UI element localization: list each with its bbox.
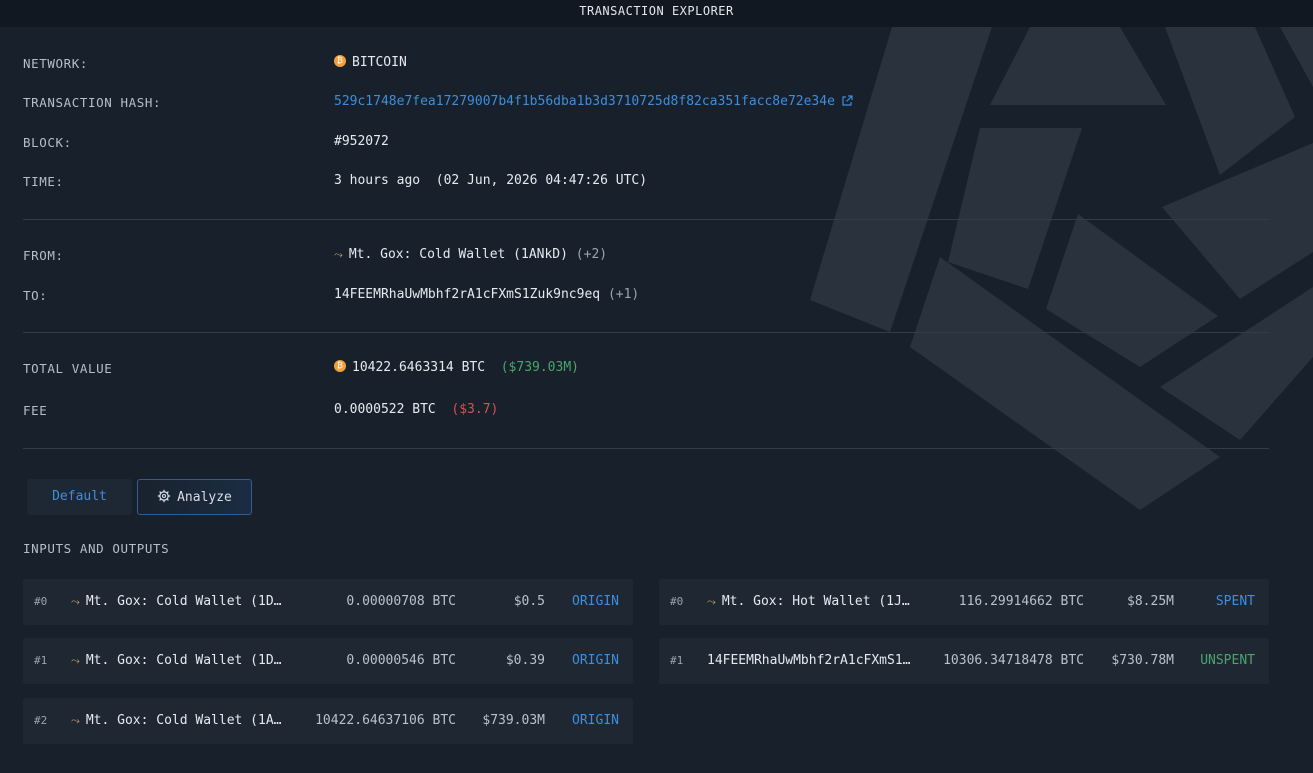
gear-icon (157, 489, 171, 503)
row-index: #1 (670, 654, 684, 667)
fee-usd: ($3.7) (451, 402, 499, 417)
io-section-title: INPUTS AND OUTPUTS (23, 541, 170, 556)
row-address[interactable]: ⤳ Mt. Gox: Hot Wallet (1J… (707, 579, 910, 625)
row-address[interactable]: ⤳ Mt. Gox: Cold Wallet (1A… (71, 698, 281, 744)
input-row[interactable]: #0 ⤳ Mt. Gox: Cold Wallet (1D… 0.00000708… (23, 579, 633, 625)
output-row[interactable]: #1 14FEEMRhaUwMbhf2rA1cFXmS1… 10306.3471… (659, 638, 1269, 684)
wallet-tag-icon: ⤳ (707, 595, 716, 608)
time-relative: 3 hours ago (334, 173, 421, 188)
total-btc: 10422.6463314 BTC (352, 360, 486, 375)
row-index: #0 (34, 595, 48, 608)
to-address-link[interactable]: 14FEEMRhaUwMbhf2rA1cFXmS1Zuk9nc9eq (334, 287, 600, 302)
time-value: 3 hours ago (02 Jun, 2026 04:47:26 UTC) (334, 173, 647, 188)
external-link-icon[interactable] (841, 95, 853, 107)
row-status[interactable]: ORIGIN (572, 638, 619, 684)
hash-label: TRANSACTION HASH: (23, 95, 162, 110)
address-text: Mt. Gox: Cold Wallet (1D… (85, 653, 282, 668)
block-label: BLOCK: (23, 135, 72, 150)
input-row[interactable]: #2 ⤳ Mt. Gox: Cold Wallet (1A… 10422.6463… (23, 698, 633, 744)
row-amount: 10306.34718478 BTC (943, 653, 1084, 668)
fee-btc: 0.0000522 BTC (334, 402, 436, 417)
block-value: #952072 (334, 134, 389, 149)
row-usd: $8.25M (1127, 594, 1174, 609)
total-value: 10422.6463314 BTC ($739.03M) (334, 360, 579, 375)
from-value: ⤳ Mt. Gox: Cold Wallet (1ANkD) (+2) (334, 247, 607, 262)
from-label: FROM: (23, 248, 64, 263)
row-index: #1 (34, 654, 48, 667)
row-amount: 0.00000546 BTC (346, 653, 456, 668)
divider (23, 448, 1269, 449)
row-amount: 116.29914662 BTC (958, 594, 1084, 609)
row-address[interactable]: ⤳ Mt. Gox: Cold Wallet (1D… (71, 579, 281, 625)
network-value: BITCOIN (334, 55, 407, 70)
tab-analyze-label: Analyze (177, 490, 232, 505)
total-usd: ($739.03M) (500, 360, 579, 375)
to-label: TO: (23, 288, 48, 303)
row-amount: 0.00000708 BTC (346, 594, 456, 609)
row-index: #0 (670, 595, 684, 608)
row-address[interactable]: ⤳ Mt. Gox: Cold Wallet (1D… (71, 638, 281, 684)
row-status[interactable]: SPENT (1216, 579, 1255, 625)
time-absolute: (02 Jun, 2026 04:47:26 UTC) (435, 173, 648, 188)
row-address[interactable]: 14FEEMRhaUwMbhf2rA1cFXmS1… (707, 638, 911, 684)
tab-default[interactable]: Default (27, 479, 132, 515)
to-value: 14FEEMRhaUwMbhf2rA1cFXmS1Zuk9nc9eq (+1) (334, 287, 639, 302)
from-extra-count[interactable]: (+2) (576, 247, 607, 262)
network-name: BITCOIN (352, 55, 407, 70)
row-status[interactable]: UNSPENT (1200, 638, 1255, 684)
transaction-panel: NETWORK: BITCOIN TRANSACTION HASH: 529c1… (0, 27, 1313, 773)
hash-value: 529c1748e7fea17279007b4f1b56dba1b3d37107… (334, 94, 853, 109)
row-index: #2 (34, 714, 48, 727)
page-title: TRANSACTION EXPLORER (579, 4, 734, 18)
row-amount: 10422.64637106 BTC (315, 713, 456, 728)
address-text: Mt. Gox: Cold Wallet (1D… (85, 594, 282, 609)
row-status[interactable]: ORIGIN (572, 698, 619, 744)
logo-watermark (810, 27, 1313, 510)
input-row[interactable]: #1 ⤳ Mt. Gox: Cold Wallet (1D… 0.00000546… (23, 638, 633, 684)
time-label: TIME: (23, 174, 64, 189)
fee-value: 0.0000522 BTC ($3.7) (334, 402, 498, 417)
wallet-tag-icon: ⤳ (71, 714, 80, 727)
tab-analyze[interactable]: Analyze (137, 479, 252, 515)
divider (23, 332, 1269, 333)
fee-label: FEE (23, 403, 48, 418)
network-label: NETWORK: (23, 56, 89, 71)
to-extra-count[interactable]: (+1) (608, 287, 639, 302)
output-row[interactable]: #0 ⤳ Mt. Gox: Hot Wallet (1J… 116.2991466… (659, 579, 1269, 625)
view-tabs: Default Analyze (23, 476, 255, 518)
total-value-label: TOTAL VALUE (23, 361, 113, 376)
header-bar: TRANSACTION EXPLORER (0, 0, 1313, 27)
row-status[interactable]: ORIGIN (572, 579, 619, 625)
row-usd: $739.03M (482, 713, 545, 728)
transaction-hash-link[interactable]: 529c1748e7fea17279007b4f1b56dba1b3d37107… (334, 94, 835, 109)
from-address-link[interactable]: Mt. Gox: Cold Wallet (1ANkD) (349, 247, 568, 262)
bitcoin-icon (334, 360, 346, 372)
wallet-tag-icon: ⤳ (334, 248, 343, 261)
wallet-tag-icon: ⤳ (71, 595, 80, 608)
address-text: Mt. Gox: Hot Wallet (1J… (721, 594, 910, 609)
row-usd: $0.5 (513, 594, 545, 609)
wallet-tag-icon: ⤳ (71, 654, 80, 667)
bitcoin-icon (334, 55, 346, 67)
row-usd: $0.39 (505, 653, 545, 668)
divider (23, 219, 1269, 220)
address-text: Mt. Gox: Cold Wallet (1A… (85, 713, 282, 728)
row-usd: $730.78M (1111, 653, 1174, 668)
